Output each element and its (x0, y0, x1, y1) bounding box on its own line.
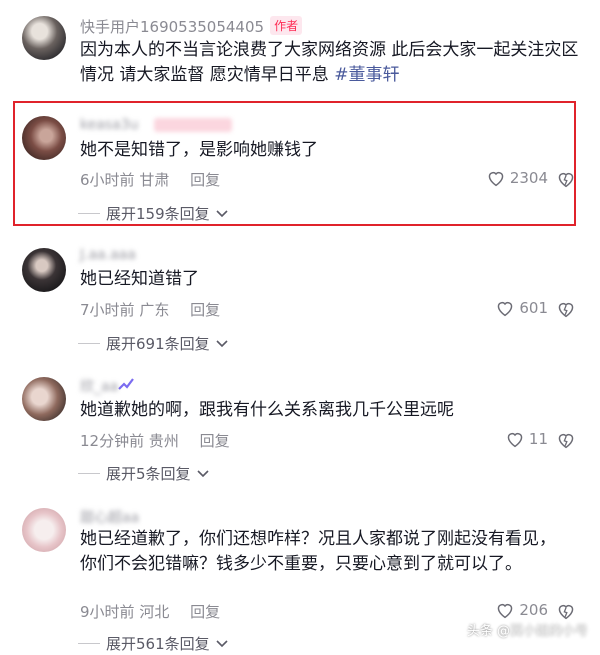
comment-meta: 6小时前 甘肃 回复 (80, 169, 220, 190)
comment-location: 河北 (139, 603, 170, 621)
heart-icon (486, 169, 506, 187)
comment-location: 贵州 (148, 432, 179, 450)
comment-time: 9小时前 (80, 603, 135, 621)
watermark-name: 翼小姐的小号 (509, 624, 588, 639)
comment-body: 因为本人的不当言论浪费了大家网络资源 此后会大家一起关注灾区情况 请大家监督 愿… (80, 40, 579, 85)
comment-meta: 12分钟前 贵州 回复 (80, 430, 230, 451)
reply-button[interactable]: 回复 (190, 171, 220, 189)
divider (78, 213, 100, 214)
divider (78, 343, 100, 344)
like-count: 11 (528, 430, 548, 448)
username[interactable]: 甜心超aa (80, 507, 139, 527)
like-count: 206 (519, 601, 548, 619)
avatar[interactable] (22, 116, 66, 160)
username[interactable]: keasa3u (80, 117, 138, 133)
dislike-icon[interactable] (556, 170, 574, 188)
like-count: 2304 (509, 169, 548, 187)
user-tag (154, 118, 232, 132)
chevron-down-icon (196, 469, 209, 478)
avatar[interactable] (22, 16, 66, 60)
heart-icon (495, 299, 515, 317)
like-count: 601 (519, 299, 548, 317)
expand-replies-button[interactable]: 展开159条回复 (78, 203, 228, 224)
username[interactable]: 欣_aa (80, 376, 118, 396)
comment-location: 甘肃 (139, 171, 170, 189)
chevron-down-icon (216, 639, 228, 648)
expand-replies-button[interactable]: 展开561条回复 (78, 633, 228, 654)
username[interactable]: 快手用户1690535054405 作者 (80, 16, 303, 37)
divider (78, 473, 100, 474)
expand-label: 展开561条回复 (106, 635, 210, 653)
hashtag-link[interactable]: #董事轩 (334, 65, 399, 85)
expand-label: 展开691条回复 (106, 335, 210, 353)
reply-button[interactable]: 回复 (190, 603, 220, 621)
divider (78, 643, 100, 644)
avatar[interactable] (22, 377, 66, 421)
comment-text: 她不是知错了，是影响她赚钱了 (80, 140, 318, 160)
like-button[interactable]: 11 (505, 430, 548, 448)
comment-time: 7小时前 (80, 301, 135, 319)
avatar[interactable] (22, 508, 66, 552)
dislike-icon[interactable] (556, 300, 574, 318)
like-button[interactable]: 206 (495, 601, 548, 619)
heart-icon (495, 601, 515, 619)
comment-text: 她已经道歉了，你们还想咋样？况且人家都说了刚起没有看见，你们不会犯错嘛？钱多少不… (80, 529, 556, 574)
username-text[interactable]: 快手用户1690535054405 (80, 18, 264, 36)
comment-meta: 9小时前 河北 回复 (80, 601, 220, 622)
like-button[interactable]: 2304 (486, 169, 548, 187)
avatar[interactable] (22, 248, 66, 292)
dislike-icon[interactable] (556, 431, 574, 449)
comment-time: 12分钟前 (80, 432, 145, 450)
expand-replies-button[interactable]: 展开5条回复 (78, 463, 209, 484)
comment-text: 她道歉她的啊，跟我有什么关系离我几千公里远呢 (80, 400, 454, 420)
watermark-prefix: 头条 @ (466, 624, 510, 639)
author-badge: 作者 (270, 16, 303, 35)
level-icon (118, 377, 134, 391)
comment-meta: 7小时前 广东 回复 (80, 299, 220, 320)
comment-text: 因为本人的不当言论浪费了大家网络资源 此后会大家一起关注灾区情况 请大家监督 愿… (80, 38, 580, 88)
heart-icon (505, 430, 525, 448)
expand-label: 展开5条回复 (106, 465, 191, 483)
expand-replies-button[interactable]: 展开691条回复 (78, 333, 228, 354)
comment-time: 6小时前 (80, 171, 135, 189)
like-button[interactable]: 601 (495, 299, 548, 317)
username[interactable]: J.aa.aaa (80, 247, 136, 263)
reply-button[interactable]: 回复 (190, 301, 220, 319)
watermark: 头条 @翼小姐的小号 (467, 620, 588, 639)
expand-label: 展开159条回复 (106, 205, 210, 223)
chevron-down-icon (216, 339, 228, 348)
comment-location: 广东 (139, 301, 170, 319)
comment-text: 她已经知道错了 (80, 269, 199, 289)
dislike-icon[interactable] (556, 602, 574, 620)
reply-button[interactable]: 回复 (200, 432, 230, 450)
username-text[interactable]: 欣_aa (80, 379, 118, 395)
chevron-down-icon (216, 209, 228, 218)
